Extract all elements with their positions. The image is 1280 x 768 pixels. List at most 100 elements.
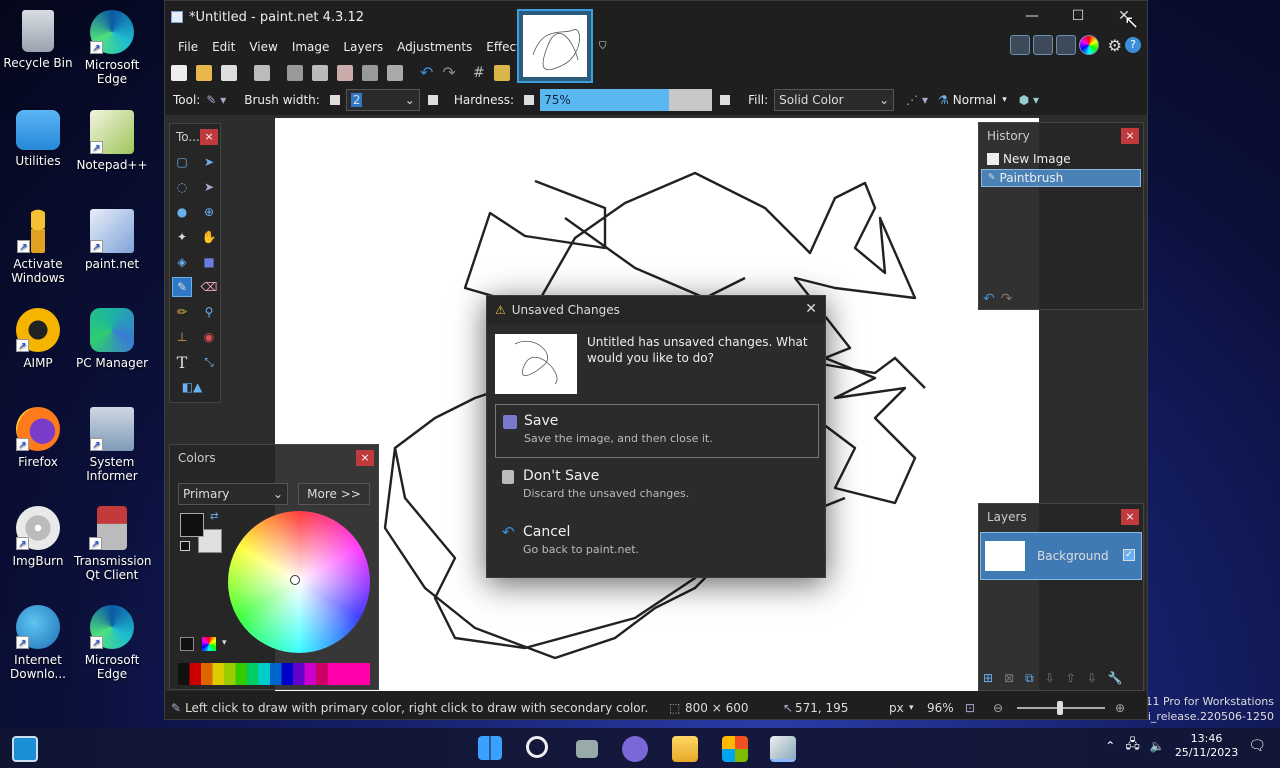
teams-chat-icon[interactable]: [622, 736, 648, 762]
rectangle-select-tool-icon[interactable]: ▢: [172, 152, 192, 172]
desktop-icon-system-informer[interactable]: ↗ System Informer: [74, 401, 150, 483]
cut-icon[interactable]: [287, 64, 303, 81]
zoom-tool-icon[interactable]: ⊕: [199, 202, 219, 222]
redo-icon[interactable]: ↷: [442, 63, 455, 82]
history-redo-icon[interactable]: ↷: [1001, 291, 1013, 307]
search-icon[interactable]: [526, 736, 548, 758]
history-item-new-image[interactable]: New Image: [981, 150, 1141, 168]
menu-view[interactable]: View: [242, 37, 284, 57]
desktop-icon-activate-windows[interactable]: ↗ Activate Windows: [0, 203, 76, 285]
reset-colors-icon[interactable]: [180, 541, 190, 551]
desktop-icon-edge[interactable]: ↗ Microsoft Edge: [74, 4, 150, 86]
chevron-down-icon[interactable]: ▾: [222, 638, 227, 648]
help-icon[interactable]: ?: [1125, 37, 1141, 53]
save-file-icon[interactable]: [221, 64, 237, 81]
color-wheel-cursor[interactable]: [290, 575, 300, 585]
move-selected-tool-icon[interactable]: ➤: [199, 177, 219, 197]
settings-icon[interactable]: ⚙: [1108, 36, 1122, 55]
open-file-icon[interactable]: [196, 64, 212, 81]
layer-properties-icon[interactable]: 🔧: [1108, 671, 1123, 686]
gradient-tool-icon[interactable]: ■: [199, 252, 219, 272]
clock[interactable]: 13:46 25/11/2023: [1175, 732, 1238, 760]
microsoft-store-icon[interactable]: [722, 736, 748, 762]
add-layer-icon[interactable]: ⊞: [983, 671, 993, 686]
hardness-decrease-button[interactable]: [524, 95, 535, 105]
undo-icon[interactable]: ↶: [420, 63, 433, 82]
ellipse-select-tool-icon[interactable]: ●: [172, 202, 192, 222]
blend-mode-select[interactable]: Normal: [953, 93, 996, 107]
close-icon[interactable]: ×: [356, 450, 374, 466]
desktop-icon-pc-manager[interactable]: PC Manager: [74, 302, 150, 370]
paintbrush-tool-icon[interactable]: ✎: [172, 277, 192, 297]
network-icon[interactable]: 🖧: [1125, 735, 1140, 757]
pencil-tool-icon[interactable]: ✏: [172, 302, 192, 322]
desktop-icon-imgburn[interactable]: ↗ ImgBurn: [0, 500, 76, 568]
colors-toggle-icon[interactable]: [1078, 35, 1099, 55]
close-icon[interactable]: ×: [1121, 509, 1139, 525]
desktop-icon-edge-2[interactable]: ↗ Microsoft Edge: [74, 599, 150, 681]
lasso-select-tool-icon[interactable]: ◌: [172, 177, 192, 197]
brush-width-input[interactable]: 2 ⌄: [345, 89, 420, 111]
grid-icon[interactable]: #: [473, 65, 485, 81]
close-icon[interactable]: ×: [1121, 128, 1139, 144]
pan-tool-icon[interactable]: ✋: [199, 227, 219, 247]
desktop-icon-transmission[interactable]: ↗ Transmission Qt Client: [74, 500, 152, 582]
desktop-icon-firefox[interactable]: ↗ Firefox: [0, 401, 76, 469]
text-tool-icon[interactable]: T: [172, 352, 192, 372]
delete-layer-icon[interactable]: ⊠: [1004, 671, 1014, 686]
color-picker-tool-icon[interactable]: ⚲: [199, 302, 219, 322]
history-item-paintbrush[interactable]: ✎ Paintbrush: [981, 169, 1141, 187]
layer-item-background[interactable]: Background ✓: [980, 532, 1142, 580]
notifications-icon[interactable]: 🗨: [1248, 738, 1266, 754]
paste-icon[interactable]: [337, 64, 353, 81]
dialog-close-icon[interactable]: ✕: [805, 301, 817, 317]
menu-image[interactable]: Image: [285, 37, 337, 57]
print-icon[interactable]: [254, 64, 270, 81]
history-toggle-icon[interactable]: [1032, 35, 1053, 55]
chevron-down-icon[interactable]: ▾: [1002, 95, 1007, 105]
antialiasing-icon[interactable]: ⋰ ▾: [906, 93, 928, 107]
units-select[interactable]: px: [889, 701, 904, 715]
minimize-button[interactable]: —: [1009, 1, 1055, 31]
paint-bucket-tool-icon[interactable]: ◈: [172, 252, 192, 272]
volume-icon[interactable]: 🔈: [1150, 739, 1165, 753]
recolor-tool-icon[interactable]: ◉: [199, 327, 219, 347]
dont-save-option[interactable]: Don't Save Discard the unsaved changes.: [495, 460, 819, 514]
tray-overflow-icon[interactable]: ⌃: [1105, 739, 1115, 753]
line-curve-tool-icon[interactable]: ⤡: [199, 352, 219, 372]
merge-layer-down-icon[interactable]: ⇩: [1045, 671, 1055, 686]
add-to-palette-icon[interactable]: [180, 637, 194, 651]
brush-width-increase-button[interactable]: [427, 95, 438, 105]
more-colors-button[interactable]: More >>: [298, 483, 370, 505]
move-selection-tool-icon[interactable]: ➤: [199, 152, 219, 172]
new-file-icon[interactable]: [171, 64, 187, 81]
zoom-level[interactable]: 96%: [927, 701, 954, 715]
zoom-to-window-icon[interactable]: ⊡: [965, 701, 975, 715]
palette-menu-icon[interactable]: [202, 637, 216, 651]
eraser-tool-icon[interactable]: ⌫: [199, 277, 219, 297]
desktop-icon-aimp[interactable]: ↗ AIMP: [0, 302, 76, 370]
history-undo-icon[interactable]: ↶: [983, 291, 995, 307]
crop-icon[interactable]: [362, 64, 378, 81]
paintnet-taskbar-icon[interactable]: [770, 736, 796, 762]
clone-stamp-tool-icon[interactable]: ⊥: [172, 327, 192, 347]
alpha-mode-icon[interactable]: ⬢ ▾: [1019, 93, 1039, 107]
tools-toggle-icon[interactable]: [1009, 35, 1030, 55]
desktop-icon-idm[interactable]: ↗ Internet Downlo...: [0, 599, 76, 681]
color-palette[interactable]: [178, 663, 370, 685]
deselect-icon[interactable]: [387, 64, 403, 81]
magic-wand-tool-icon[interactable]: ✦: [172, 227, 192, 247]
desktop-icon-paintnet[interactable]: ↗ paint.net: [74, 203, 150, 271]
menu-file[interactable]: File: [171, 37, 205, 57]
primary-color-swatch[interactable]: [180, 513, 204, 537]
fill-select[interactable]: Solid Color ⌄: [774, 89, 895, 111]
maximize-button[interactable]: ☐: [1055, 1, 1101, 31]
swap-colors-icon[interactable]: ⇄: [210, 511, 218, 522]
move-layer-up-icon[interactable]: ⇧: [1066, 671, 1076, 686]
color-mode-select[interactable]: Primary ⌄: [178, 483, 288, 505]
paintbrush-tool-icon[interactable]: ✎ ▾: [206, 93, 226, 107]
menu-edit[interactable]: Edit: [205, 37, 242, 57]
layer-visibility-checkbox[interactable]: ✓: [1123, 549, 1135, 561]
shapes-tool-icon[interactable]: ◧▲: [172, 377, 212, 397]
rulers-icon[interactable]: [493, 64, 510, 81]
